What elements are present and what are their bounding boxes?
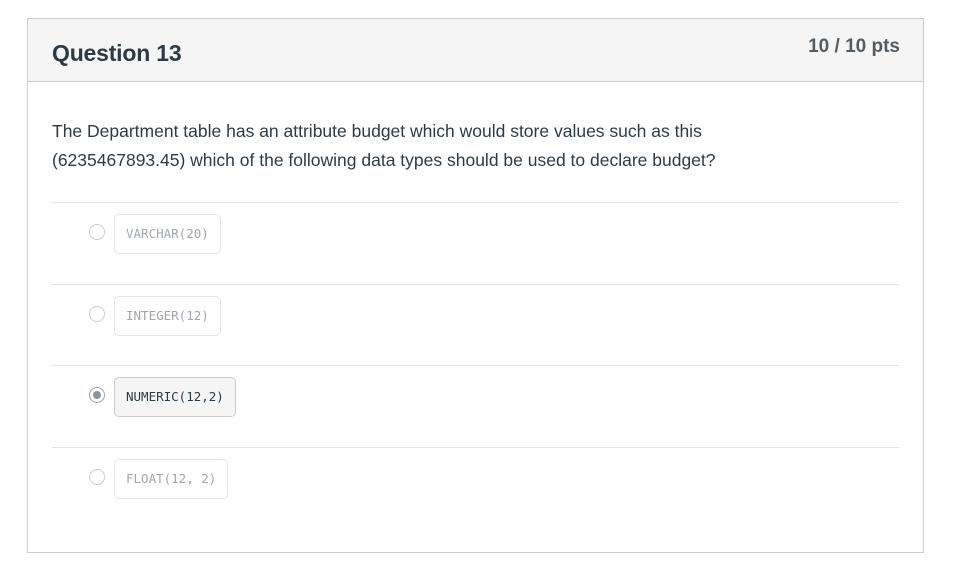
answer-label-selected[interactable]: NUMERIC(12,2) xyxy=(114,377,236,417)
answer-label[interactable]: FLOAT(12, 2) xyxy=(114,458,229,499)
answer-label[interactable]: VARCHAR(20) xyxy=(114,214,221,254)
answer-label[interactable]: INTEGER(12) xyxy=(114,295,221,336)
answer-option[interactable]: FLOAT(12, 2) xyxy=(52,446,899,529)
radio-button-selected[interactable] xyxy=(89,387,105,403)
radio-button[interactable] xyxy=(89,305,105,322)
answer-option[interactable]: VARCHAR(20) xyxy=(52,202,899,284)
answer-list: VARCHAR(20) INTEGER(12) NUMERIC(12,2) FL… xyxy=(52,202,899,528)
question-title: Question 13 xyxy=(52,40,182,66)
question-header: Question 13 10 / 10 pts xyxy=(28,19,923,82)
answer-option-selected[interactable]: NUMERIC(12,2) xyxy=(52,365,899,447)
question-card: Question 13 10 / 10 pts The Department t… xyxy=(27,18,924,553)
radio-button[interactable] xyxy=(89,224,105,240)
question-text: The Department table has an attribute bu… xyxy=(52,121,716,170)
answer-option[interactable]: INTEGER(12) xyxy=(52,283,899,366)
radio-button[interactable] xyxy=(89,468,105,485)
question-points: 10 / 10 pts xyxy=(808,36,900,57)
